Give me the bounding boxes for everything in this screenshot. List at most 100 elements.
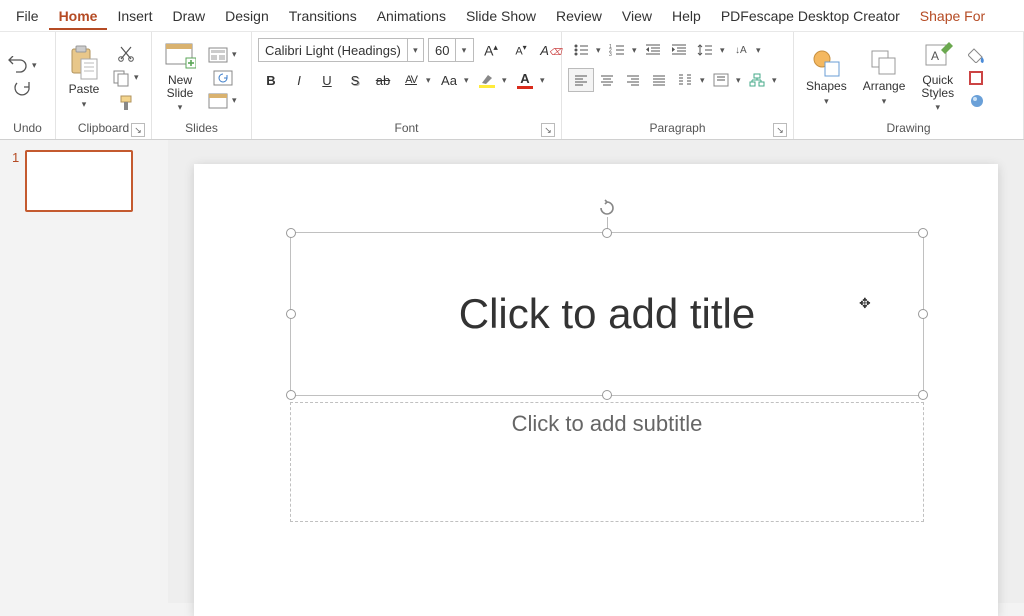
slide-thumbnail[interactable]: 1 <box>12 150 156 212</box>
resize-handle-ml[interactable] <box>286 309 296 319</box>
cut-button[interactable] <box>110 42 142 64</box>
italic-button[interactable]: I <box>286 68 312 92</box>
align-text-dropdown[interactable]: ▾ <box>736 75 744 86</box>
layout-dropdown[interactable]: ▾ <box>232 49 240 60</box>
subtitle-placeholder-box[interactable]: Click to add subtitle <box>290 402 924 522</box>
clipboard-launcher[interactable]: ↘ <box>131 123 145 137</box>
font-color-dropdown[interactable]: ▾ <box>540 75 548 86</box>
slide-canvas[interactable]: Click to add title ✥ Click to add subtit… <box>194 164 998 616</box>
line-spacing-dropdown[interactable]: ▾ <box>720 45 728 56</box>
format-painter-button[interactable] <box>110 92 142 114</box>
font-name-dropdown[interactable]: ▾ <box>407 39 423 61</box>
reset-button[interactable] <box>206 68 240 88</box>
paste-dropdown[interactable]: ▾ <box>82 99 87 110</box>
menu-help[interactable]: Help <box>662 2 711 30</box>
resize-handle-br[interactable] <box>918 390 928 400</box>
font-name-combo[interactable]: Calibri Light (Headings) ▾ <box>258 38 424 62</box>
strike-button[interactable]: ab <box>370 68 396 92</box>
group-paragraph-label: Paragraph ↘ <box>568 119 787 137</box>
change-case-button[interactable]: Aa <box>436 68 462 92</box>
new-slide-button[interactable]: New Slide ▾ <box>158 38 202 117</box>
group-clipboard-label: Clipboard ↘ <box>62 119 145 137</box>
decrease-font-button[interactable]: A▾ <box>508 38 534 62</box>
redo-button[interactable] <box>6 79 40 101</box>
copy-dropdown[interactable]: ▾ <box>134 72 142 83</box>
group-font: Calibri Light (Headings) ▾ 60 ▾ A▴ A▾ A⌫… <box>252 32 562 139</box>
increase-font-button[interactable]: A▴ <box>478 38 504 62</box>
paragraph-launcher[interactable]: ↘ <box>773 123 787 137</box>
line-spacing-button[interactable] <box>692 38 718 62</box>
font-size-dropdown[interactable]: ▾ <box>455 39 471 61</box>
resize-handle-tr[interactable] <box>918 228 928 238</box>
align-justify-button[interactable] <box>646 68 672 92</box>
undo-button[interactable] <box>6 54 30 76</box>
underline-icon: U <box>322 73 331 88</box>
paste-button[interactable]: Paste ▾ <box>62 41 106 113</box>
font-size-combo[interactable]: 60 ▾ <box>428 38 474 62</box>
menu-draw[interactable]: Draw <box>162 2 215 30</box>
new-slide-dropdown[interactable]: ▾ <box>178 102 183 113</box>
title-placeholder-box[interactable]: Click to add title ✥ <box>290 232 924 396</box>
numbering-button[interactable]: 123 <box>604 38 630 62</box>
font-color-button[interactable]: A <box>512 68 538 92</box>
resize-handle-bm[interactable] <box>602 390 612 400</box>
menu-review[interactable]: Review <box>546 2 612 30</box>
highlight-button[interactable] <box>474 68 500 92</box>
menu-animations[interactable]: Animations <box>367 2 456 30</box>
menu-pdfescape[interactable]: PDFescape Desktop Creator <box>711 2 910 30</box>
menu-home[interactable]: Home <box>49 2 108 30</box>
resize-handle-bl[interactable] <box>286 390 296 400</box>
bold-button[interactable]: B <box>258 68 284 92</box>
numbering-dropdown[interactable]: ▾ <box>632 45 640 56</box>
resize-handle-tl[interactable] <box>286 228 296 238</box>
font-launcher[interactable]: ↘ <box>541 123 555 137</box>
smartart-dropdown[interactable]: ▾ <box>772 75 780 86</box>
columns-button[interactable] <box>672 68 698 92</box>
highlight-icon <box>480 73 494 85</box>
char-spacing-dropdown[interactable]: ▾ <box>426 75 434 86</box>
menu-insert[interactable]: Insert <box>107 2 162 30</box>
menu-slideshow[interactable]: Slide Show <box>456 2 546 30</box>
section-dropdown[interactable]: ▾ <box>232 95 240 106</box>
layout-button[interactable] <box>206 45 230 65</box>
menu-view[interactable]: View <box>612 2 662 30</box>
change-case-icon: Aa <box>441 73 457 88</box>
text-direction-dropdown[interactable]: ▾ <box>756 45 764 56</box>
text-direction-button[interactable]: ↓A <box>728 38 754 62</box>
decrease-indent-button[interactable] <box>640 38 666 62</box>
shape-outline-button[interactable] <box>966 68 988 88</box>
menu-design[interactable]: Design <box>215 2 279 30</box>
resize-handle-tm[interactable] <box>602 228 612 238</box>
bullets-dropdown[interactable]: ▾ <box>596 45 604 56</box>
font-name-value: Calibri Light (Headings) <box>259 43 407 58</box>
align-center-button[interactable] <box>594 68 620 92</box>
menu-shape-format[interactable]: Shape For <box>910 2 995 30</box>
menu-file[interactable]: File <box>6 2 49 30</box>
group-paragraph: ▾ 123▾ ▾ ↓A▾ ▾ ▾ ▾ Paragraph ↘ <box>562 32 794 139</box>
align-text-button[interactable] <box>708 68 734 92</box>
align-left-button[interactable] <box>568 68 594 92</box>
increase-indent-button[interactable] <box>666 38 692 62</box>
rotation-handle[interactable] <box>598 199 616 217</box>
columns-dropdown[interactable]: ▾ <box>700 75 708 86</box>
underline-button[interactable]: U <box>314 68 340 92</box>
char-spacing-button[interactable]: AV <box>398 68 424 92</box>
arrange-button[interactable]: Arrange▾ <box>857 44 912 110</box>
smartart-button[interactable] <box>744 68 770 92</box>
quick-styles-button[interactable]: A Quick Styles▾ <box>915 38 960 117</box>
menu-transitions[interactable]: Transitions <box>279 2 367 30</box>
align-right-button[interactable] <box>620 68 646 92</box>
shadow-button[interactable]: S <box>342 68 368 92</box>
shapes-button[interactable]: Shapes▾ <box>800 44 853 110</box>
shape-effects-button[interactable] <box>966 91 988 111</box>
bold-icon: B <box>266 73 275 88</box>
copy-button[interactable] <box>110 67 132 89</box>
highlight-dropdown[interactable]: ▾ <box>502 75 510 86</box>
undo-dropdown[interactable]: ▾ <box>32 60 40 71</box>
resize-handle-mr[interactable] <box>918 309 928 319</box>
section-button[interactable] <box>206 91 230 111</box>
clear-formatting-button[interactable]: A⌫ <box>538 38 564 62</box>
change-case-dropdown[interactable]: ▾ <box>464 75 472 86</box>
bullets-button[interactable] <box>568 38 594 62</box>
shape-fill-button[interactable] <box>966 45 988 65</box>
